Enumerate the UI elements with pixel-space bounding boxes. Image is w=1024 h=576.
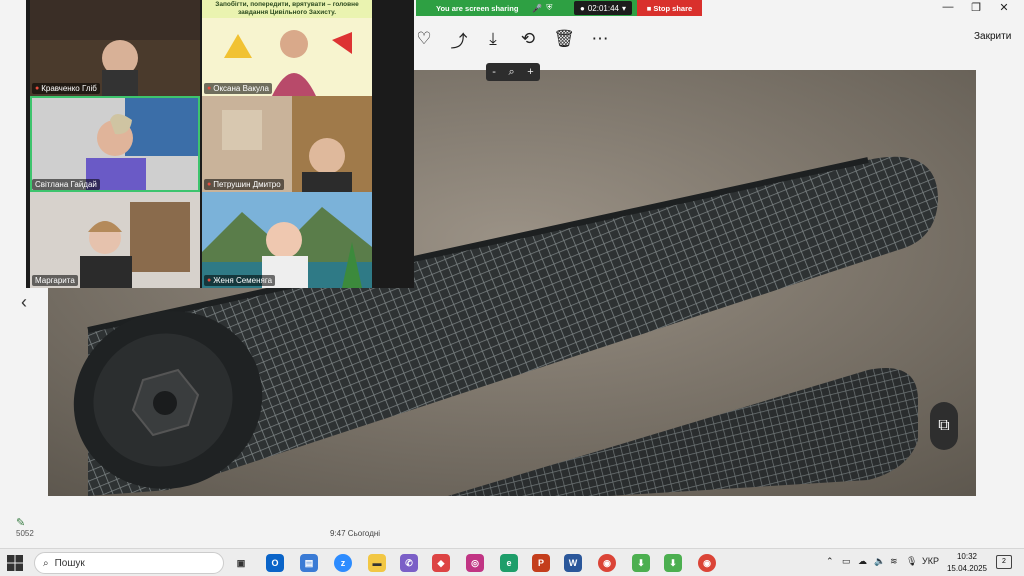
zoom-in-button[interactable]: +	[527, 66, 533, 78]
shield-icon[interactable]: ⛨	[546, 3, 552, 13]
download-app-icon-2[interactable]: ⬇	[664, 554, 682, 572]
zoom-control: - ⌕ +	[486, 63, 540, 81]
participant-name: ● Оксана Вакула	[204, 83, 272, 94]
microphone-icon[interactable]: 🎙	[906, 556, 917, 567]
heart-icon[interactable]: ♡	[412, 28, 436, 50]
word-icon[interactable]: W	[564, 554, 582, 572]
outlook-icon[interactable]: O	[266, 554, 284, 572]
search-icon: ⌕	[43, 557, 49, 569]
minimize-button[interactable]: —	[938, 1, 958, 13]
mic-muted-icon: ●	[35, 85, 40, 92]
zoom-icon: ⌕	[508, 65, 515, 78]
participant-tile[interactable]: Маргарита	[30, 192, 200, 288]
download-app-icon[interactable]: ⬇	[632, 554, 650, 572]
participant-tile[interactable]: Запобігти, попередити, врятувати – голов…	[202, 0, 372, 96]
close-viewer-button[interactable]: Закрити	[974, 31, 1011, 42]
participant-name: Світлана Гайдай	[32, 179, 100, 190]
share-icon[interactable]: ⤴	[447, 28, 471, 51]
windows-start-icon[interactable]	[6, 554, 24, 572]
participant-name: ● Женя Семеняга	[204, 275, 276, 286]
zoom-out-button[interactable]: -	[492, 66, 496, 78]
mic-muted-icon: ●	[207, 277, 212, 284]
battery-icon[interactable]: ▭	[842, 556, 851, 567]
instagram-icon[interactable]: ◎	[466, 554, 484, 572]
store-icon[interactable]: ▤	[300, 554, 318, 572]
stop-icon: ■	[646, 3, 654, 13]
wifi-icon[interactable]: ≋	[890, 556, 898, 567]
previous-arrow-icon[interactable]: ‹	[14, 292, 34, 316]
screen-share-bar: You are screen sharing 🎤 ⛨ ● 02:01:44 ▾ ■ …	[416, 0, 702, 16]
participant-tile[interactable]: ● Петрушин Дмитро	[202, 96, 372, 192]
volume-icon[interactable]: 🔈	[874, 556, 885, 567]
chrome-icon-2[interactable]: ◉	[698, 554, 716, 572]
chevron-down-icon: ▾	[621, 3, 626, 13]
more-icon[interactable]: ⋯	[588, 28, 612, 50]
photo-viewer: ● Кравченко Гліб Запобігти, попередити, в…	[0, 0, 1024, 548]
counter: 5052	[16, 529, 34, 538]
stop-share-button[interactable]: ■ Stop share	[637, 0, 702, 16]
participant-tile[interactable]: ● Женя Семеняга	[202, 192, 372, 288]
pencil-icon[interactable]: ✎	[16, 516, 25, 529]
chevron-up-icon[interactable]: ⌃	[826, 556, 834, 567]
crop-icon[interactable]: ⧉	[930, 402, 958, 450]
clock[interactable]: 10:32 15.04.2025	[944, 551, 990, 575]
notification-icon[interactable]: 2	[996, 555, 1012, 569]
mic-muted-icon: ●	[207, 85, 212, 92]
close-window-button[interactable]: ✕	[994, 1, 1014, 14]
network-icon[interactable]: ☁	[858, 556, 867, 567]
download-icon[interactable]: ⤓	[481, 28, 505, 50]
zoom-app-icon[interactable]: z	[334, 554, 352, 572]
viber-icon[interactable]: ✆	[400, 554, 418, 572]
chrome-icon[interactable]: ◉	[598, 554, 616, 572]
task-view-icon[interactable]: ▣	[232, 554, 250, 572]
record-icon: ●	[580, 3, 585, 13]
share-timer[interactable]: ● 02:01:44 ▾	[574, 1, 632, 15]
participant-name: ● Кравченко Гліб	[32, 83, 100, 94]
participant-name: Маргарита	[32, 275, 78, 286]
photo-timestamp: 9:47 Сьогодні	[330, 529, 381, 538]
mic-muted-icon: ●	[207, 181, 212, 188]
participant-tile[interactable]: Світлана Гайдай	[30, 96, 200, 192]
app-icon[interactable]: ◆	[432, 554, 450, 572]
video-gallery: ● Кравченко Гліб Запобігти, попередити, в…	[26, 0, 414, 288]
participant-name: ● Петрушин Дмитро	[204, 179, 284, 190]
search-input[interactable]: ⌕ Пошук	[34, 552, 224, 574]
powerpoint-icon[interactable]: P	[532, 554, 550, 572]
rotate-icon[interactable]: ⟲	[516, 28, 540, 50]
participant-tile[interactable]: ● Кравченко Гліб	[30, 0, 200, 96]
mic-icon[interactable]: 🎤	[532, 4, 542, 13]
maximize-button[interactable]: ❐	[966, 1, 986, 14]
file-explorer-icon[interactable]: ▬	[368, 554, 386, 572]
screen: ● Кравченко Гліб Запобігти, попередити, в…	[0, 0, 1024, 576]
edge-icon[interactable]: e	[500, 554, 518, 572]
taskbar: ⌕ Пошук ▣ O ▤ z ▬ ✆ ◆ ◎ e P W ◉ ⬇ ⬇ ◉ ⌃ …	[0, 548, 1024, 576]
trash-icon[interactable]: 🗑	[552, 28, 576, 50]
language-indicator[interactable]: УКР	[922, 556, 939, 566]
